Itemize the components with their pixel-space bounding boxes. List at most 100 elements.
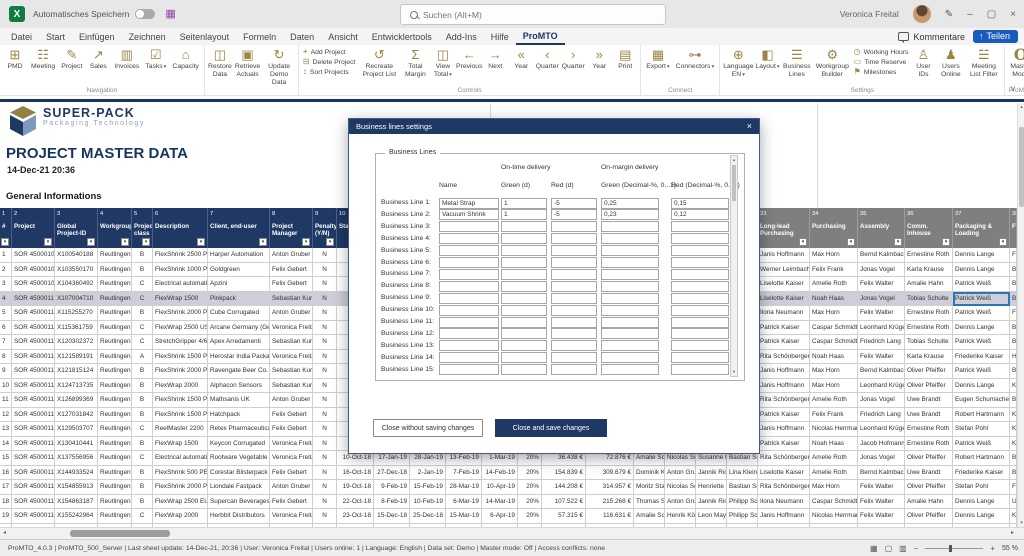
capacity-button[interactable]: ⌂Capacity	[170, 46, 200, 86]
business-line-1-name-input[interactable]: Metal Strap	[439, 198, 499, 209]
vertical-scroll-thumb[interactable]	[1019, 127, 1024, 207]
table-cell[interactable]: 25-Dec-18	[410, 509, 446, 524]
business-line-13-red-d-input[interactable]	[551, 340, 597, 351]
table-cell[interactable]: Moritz Staudinger	[634, 480, 665, 495]
next-button[interactable]: →Next	[483, 46, 507, 86]
business-line-11-green-dec-input[interactable]	[601, 317, 659, 328]
table-cell[interactable]: Ilona Neumann	[758, 306, 810, 321]
table-cell[interactable]: Electrical automation	[153, 277, 208, 292]
table-cell[interactable]: Bja	[1010, 321, 1017, 336]
table-cell[interactable]: Ravengate Beer Co. Austin	[208, 364, 270, 379]
scroll-down-icon[interactable]: ▾	[1018, 520, 1024, 526]
table-cell[interactable]: Apex Arredamenti	[208, 335, 270, 350]
table-cell[interactable]: FlexShrink 1500 PET	[153, 350, 208, 365]
table-cell[interactable]: FlexWrap 2500 EU	[153, 495, 208, 510]
table-cell[interactable]: SOR 450001029	[12, 277, 55, 292]
table-cell[interactable]: 107.522 €	[542, 495, 586, 510]
business-line-8-name-input[interactable]	[439, 281, 499, 292]
business-line-13-green-d-input[interactable]	[501, 340, 547, 351]
dialog-scrollbar[interactable]: ▴ ▾	[730, 155, 738, 377]
table-cell[interactable]: 314.957 €	[586, 480, 634, 495]
business-line-8-green-d-input[interactable]	[501, 281, 547, 292]
business-line-5-green-d-input[interactable]	[501, 245, 547, 256]
table-cell[interactable]: Max Horn	[810, 248, 858, 263]
filter-button[interactable]: ▾	[847, 238, 855, 246]
table-cell[interactable]: 9	[0, 364, 12, 379]
table-cell[interactable]: Amalie Schulze	[634, 509, 665, 524]
column-header-comm-inhouse[interactable]: Comm. Inhouse▾	[905, 221, 953, 248]
retrieve-actuals-button[interactable]: ▣Retrieve Actuals	[234, 46, 261, 87]
column-header-project[interactable]: Project▾	[12, 221, 55, 248]
table-cell[interactable]: Caspar Schmidt	[810, 321, 858, 336]
total-margin-button[interactable]: ΣTotal Margin	[402, 46, 428, 86]
table-cell[interactable]: N	[313, 306, 337, 321]
table-cell[interactable]: X144933524	[55, 466, 98, 481]
table-cell[interactable]: Tobias Schulte	[905, 292, 953, 307]
table-cell[interactable]: 2-Jan-19	[410, 466, 446, 481]
table-cell[interactable]: Friederike Kaiser	[953, 466, 1010, 481]
business-line-4-green-d-input[interactable]	[501, 233, 547, 244]
filter-button[interactable]: ▾	[999, 238, 1007, 246]
table-cell[interactable]: Bja	[1010, 466, 1017, 481]
table-cell[interactable]: Noah Haas	[810, 350, 858, 365]
table-cell[interactable]: SOR 450001103	[12, 306, 55, 321]
table-cell[interactable]: 17	[0, 480, 12, 495]
table-cell[interactable]: N	[313, 509, 337, 524]
table-cell[interactable]: B	[132, 306, 153, 321]
filter-button[interactable]: ▾	[259, 238, 267, 246]
table-cell[interactable]: SOR 450001121	[12, 350, 55, 365]
table-cell[interactable]: Felix Walter	[858, 480, 905, 495]
table-cell[interactable]: Bja	[1010, 451, 1017, 466]
table-cell[interactable]: 12	[0, 408, 12, 423]
table-cell[interactable]: X127031842	[55, 408, 98, 423]
business-line-12-green-d-input[interactable]	[501, 328, 547, 339]
table-cell[interactable]: Electrical automation	[153, 451, 208, 466]
table-cell[interactable]: 3	[0, 277, 12, 292]
table-cell[interactable]: Philipp Schäfer	[727, 495, 758, 510]
export-button[interactable]: ▦Export▾	[644, 46, 671, 86]
table-cell[interactable]: Max Horn	[810, 379, 858, 394]
filter-button[interactable]: ▾	[302, 238, 310, 246]
table-cell[interactable]: Karla Krause	[905, 263, 953, 278]
table-cell[interactable]: SOR 450001026	[12, 263, 55, 278]
table-cell[interactable]: B	[132, 364, 153, 379]
table-cell[interactable]: Uwe Brandt	[905, 466, 953, 481]
business-line-12-red-dec-input[interactable]	[671, 328, 729, 339]
table-cell[interactable]: C	[132, 321, 153, 336]
table-cell[interactable]: FlexShrink 2000 PET	[153, 364, 208, 379]
table-cell[interactable]: 8	[0, 350, 12, 365]
table-cell[interactable]: Liselotte Kaiser	[758, 466, 810, 481]
table-cell[interactable]: 14-Feb-19	[482, 466, 518, 481]
business-line-8-red-dec-input[interactable]	[671, 281, 729, 292]
column-header-long-lead-purchasing[interactable]: Long-lead Purchasing▾	[758, 221, 810, 248]
column-header-packaging-loading[interactable]: Packaging & Loading▾	[953, 221, 1010, 248]
table-cell[interactable]: SOR 450001143	[12, 509, 55, 524]
filter-button[interactable]: ▾	[1, 238, 9, 246]
table-cell[interactable]: Robert Hartmann	[953, 451, 1010, 466]
table-cell[interactable]: Goldgreen	[208, 263, 270, 278]
table-cell[interactable]: 116.631 €	[586, 509, 634, 524]
business-line-1-red-d-input[interactable]: -5	[551, 198, 597, 209]
scroll-up-icon[interactable]: ▴	[1018, 104, 1024, 110]
table-cell[interactable]: Bernd Kalmbach	[858, 248, 905, 263]
filter-button[interactable]: ▾	[942, 238, 950, 246]
table-cell[interactable]: Patrick Kaiser	[758, 437, 810, 452]
table-cell[interactable]: Reutlingen	[98, 335, 132, 350]
table-cell[interactable]: B	[132, 379, 153, 394]
business-line-6-green-dec-input[interactable]	[601, 257, 659, 268]
business-line-11-green-d-input[interactable]	[501, 317, 547, 328]
table-cell[interactable]: Rootware Vegetable Store	[208, 451, 270, 466]
table-cell[interactable]: 215.268 €	[586, 495, 634, 510]
minimize-button[interactable]: –	[967, 9, 973, 20]
table-cell[interactable]: 20%	[518, 466, 542, 481]
excel-logo-icon[interactable]: X	[9, 6, 25, 22]
table-cell[interactable]: Janis Hoffmann	[758, 248, 810, 263]
table-cell[interactable]: 7-Feb-19	[446, 466, 482, 481]
business-line-6-name-input[interactable]	[439, 257, 499, 268]
column-header-penalty-y-n[interactable]: Penalty (Y/N)▾	[313, 221, 337, 248]
search-input[interactable]: Suchen (Alt+M)	[400, 4, 666, 25]
table-cell[interactable]: Apzini	[208, 277, 270, 292]
table-cell[interactable]: 57.315 €	[542, 509, 586, 524]
add-project-button[interactable]: +Add Project	[303, 48, 355, 56]
table-cell[interactable]: FlexWrap 1500	[153, 437, 208, 452]
